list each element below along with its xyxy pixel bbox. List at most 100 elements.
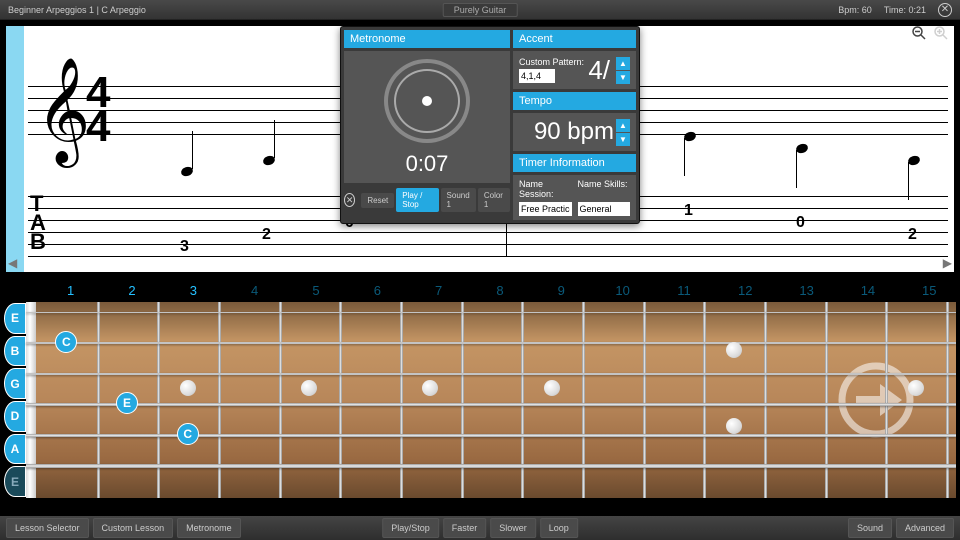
- metronome-panel: Metronome 0:07 ✕ Reset Play / Stop Sound…: [340, 26, 640, 224]
- fretboard-area: 123456789101112131415 EBGDAE CEC: [0, 278, 960, 516]
- score-prev-button[interactable]: ◀: [8, 256, 17, 270]
- fret-wire: [461, 302, 464, 498]
- tab-number: 3: [180, 238, 189, 256]
- lesson-selector-button[interactable]: Lesson Selector: [6, 518, 89, 538]
- faster-button[interactable]: Faster: [443, 518, 487, 538]
- metronome-dial: 0:07: [344, 51, 510, 183]
- nut: [26, 302, 36, 498]
- close-button[interactable]: ✕: [938, 3, 952, 17]
- zoom-in-button[interactable]: [932, 24, 950, 42]
- fret-wire: [825, 302, 828, 498]
- string-label: B: [4, 336, 26, 367]
- fret-wire: [643, 302, 646, 498]
- fret-number: 2: [101, 283, 162, 298]
- string-label: E: [4, 466, 26, 497]
- custom-pattern-label: Custom Pattern:: [519, 57, 584, 67]
- bottom-bar: Lesson Selector Custom Lesson Metronome …: [0, 516, 960, 540]
- fret-number: 13: [776, 283, 837, 298]
- accent-display: 4/: [588, 55, 610, 86]
- name-session-input[interactable]: [519, 202, 572, 216]
- string-label: A: [4, 434, 26, 465]
- fret-wire: [157, 302, 160, 498]
- fret-number: 15: [899, 283, 960, 298]
- bpm-label: Bpm: 60: [838, 5, 872, 15]
- accent-up-button[interactable]: ▲: [616, 57, 630, 70]
- fret-wire: [279, 302, 282, 498]
- sound-settings-button[interactable]: Sound: [848, 518, 892, 538]
- sound-button[interactable]: Sound 1: [441, 188, 476, 212]
- loop-button[interactable]: Loop: [540, 518, 578, 538]
- tempo-value: 90 bpm: [534, 118, 614, 146]
- custom-pattern-input[interactable]: [519, 69, 555, 83]
- string-labels: EBGDAE: [4, 302, 26, 498]
- finger-dot[interactable]: E: [116, 392, 138, 414]
- fret-number: 9: [531, 283, 592, 298]
- fret-number: 14: [837, 283, 898, 298]
- metronome-header: Metronome: [344, 30, 510, 48]
- finger-dot[interactable]: C: [55, 331, 77, 353]
- time-label: Time: 0:21: [884, 5, 926, 15]
- timer-info-header: Timer Information: [513, 154, 636, 172]
- tab-number: 0: [796, 214, 805, 232]
- color-button[interactable]: Color 1: [478, 188, 510, 212]
- fret-number: 7: [408, 283, 469, 298]
- tab-number: 1: [684, 202, 693, 220]
- metronome-button[interactable]: Metronome: [177, 518, 241, 538]
- tempo-down-button[interactable]: ▼: [616, 133, 630, 146]
- fret-number: 11: [653, 283, 714, 298]
- fret-number: 5: [285, 283, 346, 298]
- transport-playstop-button[interactable]: Play/Stop: [382, 518, 439, 538]
- fret-inlay: [544, 380, 560, 396]
- string: [26, 342, 956, 344]
- advanced-button[interactable]: Advanced: [896, 518, 954, 538]
- name-skills-input[interactable]: [578, 202, 631, 216]
- fretboard[interactable]: C E C: [26, 302, 956, 498]
- playhead-column: [6, 26, 24, 272]
- name-skills-label: Name Skills:: [578, 179, 631, 199]
- score-next-button[interactable]: ▶: [943, 256, 952, 270]
- metronome-timer: 0:07: [406, 151, 449, 177]
- fret-inlay: [422, 380, 438, 396]
- string: [26, 403, 956, 406]
- fret-inlay: [301, 380, 317, 396]
- fret-wire: [218, 302, 221, 498]
- fret-number: 1: [40, 283, 101, 298]
- fret-wire: [764, 302, 767, 498]
- fret-number: 12: [715, 283, 776, 298]
- fret-inlay: [908, 380, 924, 396]
- slower-button[interactable]: Slower: [490, 518, 536, 538]
- fret-number: 3: [163, 283, 224, 298]
- fret-inlay: [726, 418, 742, 434]
- reset-button[interactable]: Reset: [361, 193, 394, 208]
- accent-down-button[interactable]: ▼: [616, 71, 630, 84]
- finger-dot[interactable]: C: [177, 423, 199, 445]
- tab-number: 2: [908, 226, 917, 244]
- string: [26, 464, 956, 468]
- fret-wire: [400, 302, 403, 498]
- fret-number: 8: [469, 283, 530, 298]
- string-label: E: [4, 303, 26, 334]
- fret-inlay: [726, 342, 742, 358]
- fret-wire: [582, 302, 585, 498]
- fret-number: 10: [592, 283, 653, 298]
- fret-wire: [885, 302, 888, 498]
- tempo-header: Tempo: [513, 92, 636, 110]
- name-session-label: Name Session:: [519, 179, 572, 199]
- tab-number: 2: [262, 226, 271, 244]
- tempo-up-button[interactable]: ▲: [616, 119, 630, 132]
- fret-wire: [97, 302, 100, 498]
- string: [26, 373, 956, 375]
- fret-wire: [339, 302, 342, 498]
- string-label: G: [4, 368, 26, 399]
- string-label: D: [4, 401, 26, 432]
- fret-numbers: 123456789101112131415: [0, 278, 960, 302]
- custom-lesson-button[interactable]: Custom Lesson: [93, 518, 174, 538]
- top-bar: Beginner Arpeggios 1 | C Arpeggio Purely…: [0, 0, 960, 20]
- zoom-out-button[interactable]: [910, 24, 928, 42]
- playstop-button[interactable]: Play / Stop: [396, 188, 438, 212]
- accent-header: Accent: [513, 30, 636, 48]
- lesson-title: Beginner Arpeggios 1 | C Arpeggio: [8, 5, 146, 15]
- panel-close-button[interactable]: ✕: [344, 193, 355, 207]
- fret-wire: [521, 302, 524, 498]
- brand-badge: Purely Guitar: [443, 3, 518, 17]
